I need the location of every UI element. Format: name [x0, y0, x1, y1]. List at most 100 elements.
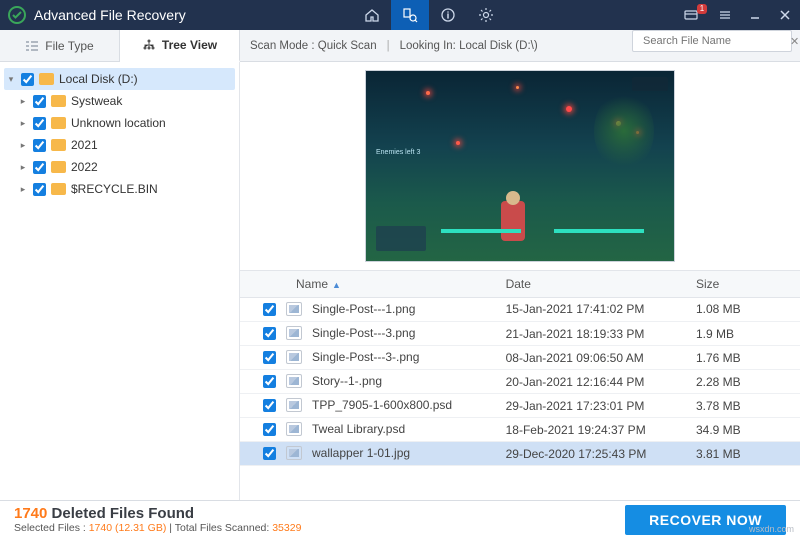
close-button[interactable]	[770, 0, 800, 30]
tree-child-checkbox[interactable]	[33, 117, 46, 130]
row-checkbox[interactable]	[263, 327, 276, 340]
table-row[interactable]: Tweal Library.psd 18-Feb-2021 19:24:37 P…	[240, 418, 800, 442]
image-file-icon	[286, 374, 302, 388]
table-row[interactable]: TPP_7905-1-600x800.psd 29-Jan-2021 17:23…	[240, 394, 800, 418]
gear-icon	[478, 7, 494, 23]
folder-icon	[51, 161, 66, 173]
file-size: 3.81 MB	[688, 442, 800, 466]
file-date: 08-Jan-2021 09:06:50 AM	[498, 346, 688, 370]
row-checkbox[interactable]	[263, 423, 276, 436]
file-size: 1.9 MB	[688, 322, 800, 346]
scan-icon	[402, 7, 418, 23]
search-input[interactable]	[643, 35, 785, 47]
toolbar-row: File Type Tree View Scan Mode : Quick Sc…	[0, 30, 800, 62]
file-table: Name▲ Date Size Single-Post---1.png 15-J…	[240, 271, 800, 466]
folder-icon	[51, 95, 66, 107]
titlebar: Advanced File Recovery 1	[0, 0, 800, 30]
table-row[interactable]: Single-Post---1.png 15-Jan-2021 17:41:02…	[240, 297, 800, 322]
tree-child-label: 2021	[71, 138, 98, 152]
file-name: Single-Post---3-.png	[312, 350, 419, 364]
preview-image: Enemies left 3	[365, 70, 675, 262]
tree-child-checkbox[interactable]	[33, 95, 46, 108]
tree-expand-icon[interactable]: ▸	[18, 96, 28, 107]
file-name: Tweal Library.psd	[312, 422, 405, 436]
footer-title: 1740 Deleted Files Found	[14, 505, 609, 522]
notifications-button[interactable]: 1	[672, 0, 710, 30]
table-row[interactable]: wallapper 1-01.jpg 29-Dec-2020 17:25:43 …	[240, 442, 800, 466]
settings-button[interactable]	[467, 0, 505, 30]
file-name: Single-Post---1.png	[312, 302, 415, 316]
col-name[interactable]: Name▲	[240, 271, 498, 297]
tree-child-checkbox[interactable]	[33, 139, 46, 152]
file-date: 18-Feb-2021 19:24:37 PM	[498, 418, 688, 442]
menu-button[interactable]	[710, 0, 740, 30]
col-date[interactable]: Date	[498, 271, 688, 297]
folder-icon	[51, 117, 66, 129]
file-size: 1.76 MB	[688, 346, 800, 370]
image-file-icon	[286, 326, 302, 340]
watermark: wsxdn.com	[749, 524, 794, 534]
tree-expand-icon[interactable]: ▸	[18, 184, 28, 195]
search-clear-button[interactable]: ✕	[790, 35, 799, 48]
tree-expand-icon[interactable]: ▸	[18, 118, 28, 129]
tree-root-row[interactable]: ▾ Local Disk (D:)	[4, 68, 235, 90]
table-row[interactable]: Story--1-.png 20-Jan-2021 12:16:44 PM 2.…	[240, 370, 800, 394]
row-checkbox[interactable]	[263, 447, 276, 460]
footer-bar: 1740 Deleted Files Found Selected Files …	[0, 500, 800, 538]
tree-child-row[interactable]: ▸ Unknown location	[4, 112, 235, 134]
home-button[interactable]	[353, 0, 391, 30]
file-name: wallapper 1-01.jpg	[312, 446, 410, 460]
minimize-button[interactable]	[740, 0, 770, 30]
tree-child-checkbox[interactable]	[33, 161, 46, 174]
tree-collapse-icon[interactable]: ▾	[6, 74, 16, 85]
tree-root-checkbox[interactable]	[21, 73, 34, 86]
table-row[interactable]: Single-Post---3-.png 08-Jan-2021 09:06:5…	[240, 346, 800, 370]
row-checkbox[interactable]	[263, 303, 276, 316]
list-icon	[25, 40, 39, 52]
tree-expand-icon[interactable]: ▸	[18, 162, 28, 173]
menu-icon	[718, 8, 732, 22]
tree-child-row[interactable]: ▸ Systweak	[4, 90, 235, 112]
footer-title-rest: Deleted Files Found	[47, 505, 194, 522]
tab-tree-view-label: Tree View	[162, 38, 217, 52]
app-title: Advanced File Recovery	[34, 7, 186, 23]
tree-child-label: Systweak	[71, 94, 122, 108]
row-checkbox[interactable]	[263, 399, 276, 412]
tree-root-label: Local Disk (D:)	[59, 72, 138, 86]
table-row[interactable]: Single-Post---3.png 21-Jan-2021 18:19:33…	[240, 322, 800, 346]
tree-child-label: Unknown location	[71, 116, 166, 130]
file-date: 21-Jan-2021 18:19:33 PM	[498, 322, 688, 346]
preview-pane: Enemies left 3	[240, 62, 800, 271]
file-date: 29-Jan-2021 17:23:01 PM	[498, 394, 688, 418]
looking-in-value: Local Disk (D:\)	[459, 40, 538, 52]
image-file-icon	[286, 422, 302, 436]
scan-info-bar: Scan Mode : Quick Scan | Looking In: Loc…	[240, 30, 632, 61]
search-box[interactable]: ✕	[632, 30, 792, 52]
tab-file-type-label: File Type	[45, 39, 93, 53]
scan-mode-label: Scan Mode :	[250, 40, 315, 52]
tree-child-row[interactable]: ▸ $RECYCLE.BIN	[4, 178, 235, 200]
footer-subtitle: Selected Files : 1740 (12.31 GB) | Total…	[14, 522, 609, 534]
row-checkbox[interactable]	[263, 351, 276, 364]
looking-in-label: Looking In:	[400, 40, 456, 52]
info-button[interactable]	[429, 0, 467, 30]
footer-count: 1740	[14, 505, 47, 522]
image-file-icon	[286, 446, 302, 460]
scan-mode-value: Quick Scan	[318, 40, 377, 52]
tab-tree-view[interactable]: Tree View	[120, 30, 240, 62]
tree-child-row[interactable]: ▸ 2021	[4, 134, 235, 156]
tree-child-row[interactable]: ▸ 2022	[4, 156, 235, 178]
tree-child-label: 2022	[71, 160, 98, 174]
tree-expand-icon[interactable]: ▸	[18, 140, 28, 151]
scan-results-button[interactable]	[391, 0, 429, 30]
tree-sidebar: ▾ Local Disk (D:) ▸ Systweak▸ Unknown lo…	[0, 62, 240, 500]
row-checkbox[interactable]	[263, 375, 276, 388]
image-file-icon	[286, 398, 302, 412]
file-name: Single-Post---3.png	[312, 326, 415, 340]
main-area: ▾ Local Disk (D:) ▸ Systweak▸ Unknown lo…	[0, 62, 800, 500]
preview-character	[501, 201, 525, 241]
tab-file-type[interactable]: File Type	[0, 30, 120, 61]
file-date: 29-Dec-2020 17:25:43 PM	[498, 442, 688, 466]
col-size[interactable]: Size	[688, 271, 800, 297]
tree-child-checkbox[interactable]	[33, 183, 46, 196]
